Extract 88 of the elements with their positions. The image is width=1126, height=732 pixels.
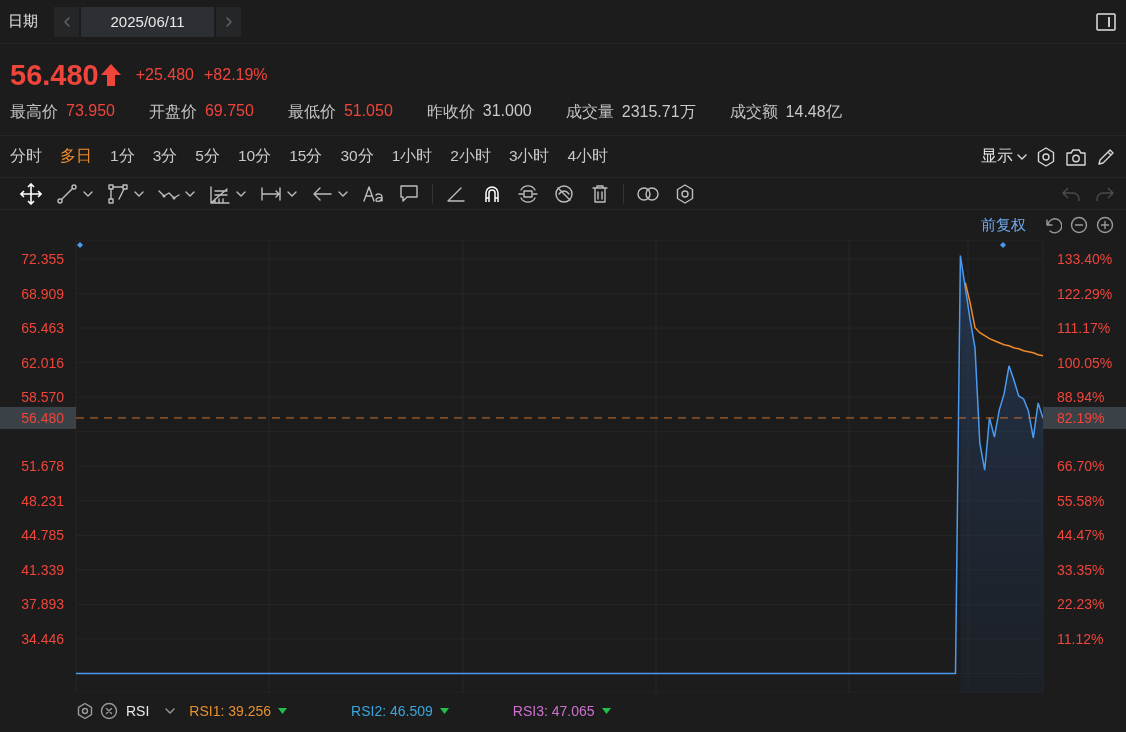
percent-change: +82.19% [204, 66, 268, 84]
indicator-value: RSI2: 46.509 [351, 702, 433, 719]
caret-icon[interactable] [236, 190, 246, 197]
stat-label: 昨收价 [426, 102, 475, 122]
move-icon[interactable] [20, 182, 42, 205]
price-axis-label: 68.909 [21, 285, 64, 302]
caret-icon[interactable] [134, 190, 144, 197]
settings-icon[interactable] [76, 701, 94, 720]
stat-value: 73.950 [66, 102, 115, 121]
stat-value: 51.050 [343, 102, 393, 121]
stat-value: 2315.71万 [621, 102, 696, 122]
stat-value: 69.750 [204, 102, 254, 121]
indicator-value: RSI1: 39.256 [189, 702, 272, 719]
chevron-left-icon[interactable] [63, 16, 70, 27]
caret-icon[interactable] [165, 707, 176, 714]
price-axis-label: 58.570 [21, 389, 64, 406]
reset-icon[interactable] [1044, 216, 1062, 234]
zoom-out-icon[interactable] [1070, 216, 1088, 234]
percent-axis-label: 100.05% [1057, 354, 1113, 371]
polyline-icon[interactable] [107, 182, 129, 205]
hidden-icon[interactable] [553, 182, 575, 205]
price-change: +25.480 [135, 66, 194, 84]
period-tab[interactable]: 30分 [340, 146, 374, 167]
caret-icon[interactable] [338, 190, 348, 197]
percent-axis-label: 44.47% [1057, 527, 1105, 544]
period-tab[interactable]: 5分 [195, 146, 220, 167]
marker-icon [1000, 242, 1006, 248]
up-arrow-icon [99, 63, 122, 87]
price-axis-label: 51.678 [21, 458, 64, 475]
percent-axis-label: 133.40% [1057, 251, 1113, 267]
price-axis-label: 41.339 [21, 561, 64, 578]
price-axis-label: 37.893 [21, 596, 64, 613]
stat-label: 开盘价 [148, 102, 197, 122]
last-price: 56.480 [10, 58, 99, 92]
period-tab[interactable]: 1分 [110, 146, 135, 167]
stat-label: 成交量 [565, 102, 614, 122]
display-dropdown[interactable]: 显示 [981, 146, 1027, 167]
percent-axis-label: 22.23% [1057, 596, 1105, 613]
percent-axis-label: 66.70% [1057, 458, 1105, 475]
period-tab[interactable]: 2小时 [450, 146, 491, 167]
period-tab[interactable]: 10分 [237, 146, 272, 167]
zoom-in-icon[interactable] [1096, 216, 1114, 234]
down-triangle-icon [439, 707, 449, 714]
caret-icon[interactable] [287, 190, 297, 197]
settings-icon[interactable] [674, 182, 696, 205]
period-tab[interactable]: 多日 [60, 146, 92, 167]
camera-icon[interactable] [1065, 146, 1087, 167]
percent-axis-label: 55.58% [1057, 492, 1105, 509]
trash-icon[interactable] [589, 182, 611, 205]
price-axis-label: 34.446 [21, 631, 64, 647]
price-axis-label: 62.016 [21, 354, 64, 371]
down-triangle-icon [601, 707, 611, 714]
caret-icon[interactable] [185, 190, 195, 197]
percent-axis-label: 122.29% [1057, 285, 1113, 302]
caret-icon[interactable] [83, 190, 93, 197]
settings-icon[interactable] [1035, 145, 1057, 168]
stat-label: 成交额 [729, 102, 778, 122]
price-axis-label: 72.355 [21, 251, 64, 267]
period-tab[interactable]: 3小时 [508, 146, 550, 167]
period-tab[interactable]: 3分 [152, 146, 178, 167]
percent-axis-label: 111.17% [1057, 320, 1111, 337]
stat-value: 14.48亿 [785, 102, 842, 122]
line-segment-icon[interactable] [56, 182, 78, 205]
current-percent-tag: 82.19% [1043, 406, 1126, 429]
period-tab[interactable]: 15分 [289, 146, 323, 167]
side-panel-icon[interactable] [1096, 12, 1116, 31]
down-triangle-icon [278, 707, 288, 714]
stat-label: 最低价 [287, 102, 336, 122]
price-axis-label: 48.231 [21, 492, 64, 509]
current-price-tag: 56.480 [0, 406, 76, 429]
date-label: 日期 [8, 12, 38, 31]
period-tab[interactable]: 4小时 [567, 146, 609, 167]
chevron-right-icon[interactable] [225, 16, 232, 27]
percent-axis-label: 88.94% [1057, 389, 1105, 406]
date-field[interactable]: 2025/06/11 [81, 6, 214, 37]
indicator-name: RSI [126, 702, 150, 719]
price-axis-label: 65.463 [21, 320, 64, 337]
percent-axis-label: 11.12% [1057, 631, 1104, 647]
close-icon[interactable] [100, 701, 118, 720]
stat-value: 31.000 [482, 102, 532, 121]
period-tab[interactable]: 分时 [10, 146, 42, 167]
price-adjustment-label[interactable]: 前复权 [981, 215, 1026, 235]
marker-icon [77, 242, 83, 248]
indicator-value: RSI3: 47.065 [512, 702, 595, 719]
period-tab[interactable]: 1小时 [391, 146, 433, 167]
price-axis-label: 44.785 [21, 527, 64, 544]
stat-label: 最高价 [10, 102, 58, 122]
percent-axis-label: 33.35% [1057, 561, 1105, 578]
